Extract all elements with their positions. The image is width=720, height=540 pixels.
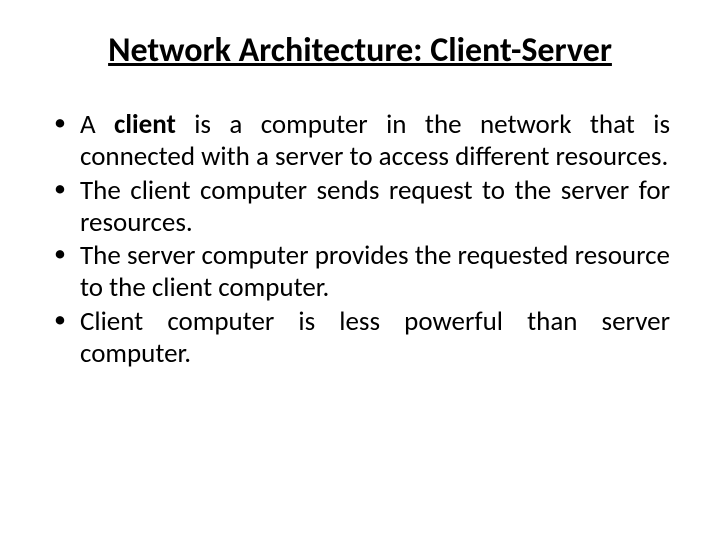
bullet-text-pre: The server computer provides the request…: [80, 239, 670, 304]
bullet-text-pre: Client computer is less powerful than se…: [80, 305, 670, 370]
bullet-text-bold: client: [114, 108, 176, 141]
list-item: Client computer is less powerful than se…: [50, 306, 670, 370]
list-item: The client computer sends request to the…: [50, 175, 670, 239]
list-item: A client is a computer in the network th…: [50, 109, 670, 173]
list-item: The server computer provides the request…: [50, 240, 670, 304]
slide-title: Network Architecture: Client-Server: [50, 30, 670, 71]
bullet-text-pre: A: [80, 108, 114, 141]
bullet-text-pre: The client computer sends request to the…: [80, 174, 670, 239]
bullet-list: A client is a computer in the network th…: [50, 109, 670, 370]
